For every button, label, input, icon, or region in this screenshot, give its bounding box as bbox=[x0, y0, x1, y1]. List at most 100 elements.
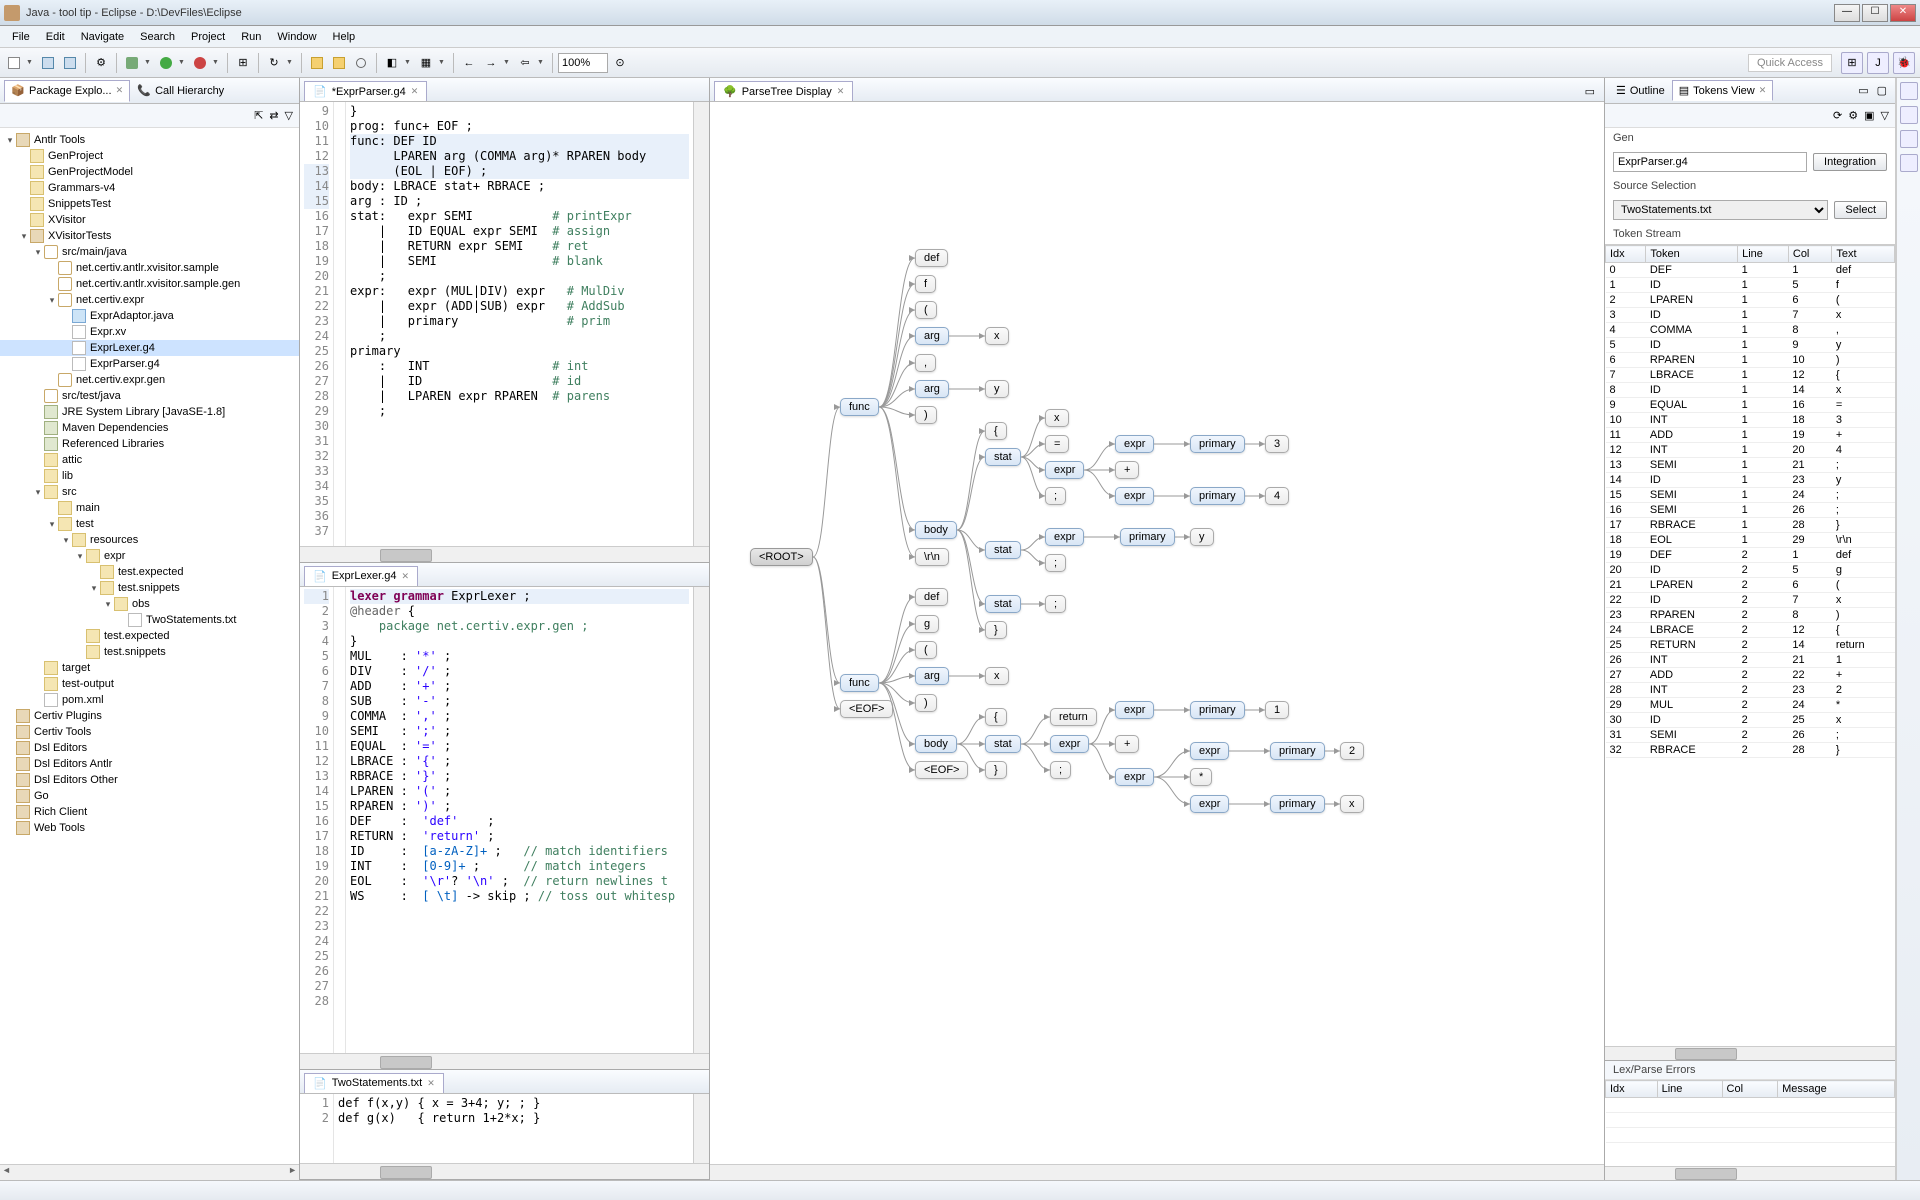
trim-button[interactable] bbox=[1900, 154, 1918, 172]
open-perspective-button[interactable]: ⊞ bbox=[1841, 52, 1863, 74]
parse-node[interactable]: } bbox=[985, 761, 1007, 779]
table-row[interactable]: 9EQUAL116= bbox=[1606, 398, 1895, 413]
parse-node[interactable]: arg bbox=[915, 327, 949, 345]
parse-node[interactable]: expr bbox=[1045, 461, 1084, 479]
nav-back-button[interactable]: ← bbox=[459, 53, 479, 73]
horizontal-scrollbar[interactable] bbox=[300, 1053, 709, 1069]
parse-node[interactable]: stat bbox=[985, 735, 1021, 753]
menu-edit[interactable]: Edit bbox=[38, 29, 73, 45]
code-area[interactable]: def f(x,y) { x = 3+4; y; ; }def g(x) { r… bbox=[334, 1094, 693, 1163]
twisty-icon[interactable]: ▾ bbox=[32, 247, 44, 258]
table-row[interactable]: 25RETURN214return bbox=[1606, 638, 1895, 653]
tree-node[interactable]: Dsl Editors bbox=[0, 740, 299, 756]
close-icon[interactable]: ✕ bbox=[837, 86, 845, 97]
tree-node[interactable]: Certiv Plugins bbox=[0, 708, 299, 724]
parse-node[interactable]: 3 bbox=[1265, 435, 1289, 453]
table-row[interactable]: 29MUL224* bbox=[1606, 698, 1895, 713]
parse-node[interactable]: expr bbox=[1115, 701, 1154, 719]
tree-node[interactable]: ▾src/main/java bbox=[0, 244, 299, 260]
quick-access-box[interactable]: Quick Access bbox=[1748, 54, 1832, 72]
tree-node[interactable]: attic bbox=[0, 452, 299, 468]
tree-node[interactable]: main bbox=[0, 500, 299, 516]
parse-node[interactable]: \r\n bbox=[915, 548, 949, 566]
zoom-combo[interactable] bbox=[558, 53, 608, 73]
twisty-icon[interactable]: ▾ bbox=[46, 295, 58, 306]
table-row[interactable]: 13SEMI121; bbox=[1606, 458, 1895, 473]
tree-node[interactable]: net.certiv.expr.gen bbox=[0, 372, 299, 388]
col-header[interactable]: Idx bbox=[1606, 246, 1646, 263]
table-row[interactable]: 17RBRACE128} bbox=[1606, 518, 1895, 533]
parse-node[interactable]: def bbox=[915, 588, 948, 606]
table-row[interactable]: 7LBRACE112{ bbox=[1606, 368, 1895, 383]
new-pkg-button[interactable]: ⊞ bbox=[233, 53, 253, 73]
token-table[interactable]: IdxTokenLineColText 0DEF11def1ID15f2LPAR… bbox=[1605, 245, 1895, 758]
tree-node[interactable]: pom.xml bbox=[0, 692, 299, 708]
horizontal-scrollbar[interactable] bbox=[1605, 1046, 1895, 1060]
twisty-icon[interactable]: ▾ bbox=[102, 599, 114, 610]
parse-node[interactable]: * bbox=[1190, 768, 1212, 786]
zoom-fit-button[interactable]: ⊙ bbox=[610, 53, 630, 73]
col-header[interactable]: Line bbox=[1657, 1081, 1722, 1098]
table-row[interactable]: 30ID225x bbox=[1606, 713, 1895, 728]
parse-node[interactable]: expr bbox=[1045, 528, 1084, 546]
horizontal-scrollbar[interactable] bbox=[1605, 1166, 1895, 1180]
tree-node[interactable]: target bbox=[0, 660, 299, 676]
parsetree-canvas[interactable]: <ROOT>func<EOF>funcdeff(arg,arg)body\r\n… bbox=[710, 102, 1604, 1164]
col-header[interactable]: Message bbox=[1778, 1081, 1895, 1098]
parse-node[interactable]: ; bbox=[1050, 761, 1071, 779]
close-icon[interactable]: ✕ bbox=[411, 86, 419, 97]
parse-node[interactable]: stat bbox=[985, 595, 1021, 613]
tree-node[interactable]: test.expected bbox=[0, 628, 299, 644]
search-button[interactable] bbox=[351, 53, 371, 73]
col-header[interactable]: Col bbox=[1722, 1081, 1778, 1098]
trim-button[interactable] bbox=[1900, 130, 1918, 148]
parse-node[interactable]: 4 bbox=[1265, 487, 1289, 505]
table-row[interactable]: 15SEMI124; bbox=[1606, 488, 1895, 503]
trim-button[interactable] bbox=[1900, 106, 1918, 124]
toggle-mark-button[interactable]: ◧ bbox=[382, 53, 402, 73]
parse-node[interactable]: f bbox=[915, 275, 936, 293]
parse-node[interactable]: primary bbox=[1190, 487, 1245, 505]
parse-node[interactable]: expr bbox=[1115, 487, 1154, 505]
table-row[interactable]: 32RBRACE228} bbox=[1606, 743, 1895, 758]
table-row[interactable]: 10INT1183 bbox=[1606, 413, 1895, 428]
tree-node[interactable]: ▾net.certiv.expr bbox=[0, 292, 299, 308]
table-row[interactable]: 16SEMI126; bbox=[1606, 503, 1895, 518]
table-row[interactable]: 27ADD222+ bbox=[1606, 668, 1895, 683]
tree-node[interactable]: ▾obs bbox=[0, 596, 299, 612]
col-header[interactable]: Token bbox=[1646, 246, 1738, 263]
link-editor-icon[interactable]: ⇄ bbox=[269, 109, 278, 122]
nav-fwd-button[interactable]: → bbox=[481, 53, 501, 73]
parse-node[interactable]: ) bbox=[915, 694, 937, 712]
tree-node[interactable]: src/test/java bbox=[0, 388, 299, 404]
parse-node[interactable]: stat bbox=[985, 541, 1021, 559]
tree-node[interactable]: Go bbox=[0, 788, 299, 804]
close-icon[interactable]: ✕ bbox=[427, 1078, 435, 1089]
parse-node[interactable]: arg bbox=[915, 667, 949, 685]
table-row[interactable]: 19DEF21def bbox=[1606, 548, 1895, 563]
tree-node[interactable]: Maven Dependencies bbox=[0, 420, 299, 436]
horizontal-scrollbar[interactable] bbox=[710, 1164, 1604, 1180]
parse-node[interactable]: stat bbox=[985, 448, 1021, 466]
tree-node[interactable]: test.snippets bbox=[0, 644, 299, 660]
parse-node[interactable]: { bbox=[985, 708, 1007, 726]
parse-node[interactable]: y bbox=[1190, 528, 1214, 546]
view-menu-icon[interactable]: ▽ bbox=[1881, 109, 1889, 122]
save-all-button[interactable] bbox=[60, 53, 80, 73]
parse-node[interactable]: body bbox=[915, 735, 957, 753]
parse-node[interactable]: func bbox=[840, 398, 879, 416]
tab-package-explorer[interactable]: 📦 Package Explo... ✕ bbox=[4, 80, 130, 102]
trim-button[interactable] bbox=[1900, 82, 1918, 100]
parse-node[interactable]: 2 bbox=[1340, 742, 1364, 760]
col-header[interactable]: Text bbox=[1832, 246, 1895, 263]
action-icon[interactable]: ⚙ bbox=[1848, 109, 1858, 122]
twisty-icon[interactable]: ▾ bbox=[60, 535, 72, 546]
parse-node[interactable]: ) bbox=[915, 406, 937, 424]
col-header[interactable]: Idx bbox=[1606, 1081, 1658, 1098]
open-task-button[interactable] bbox=[329, 53, 349, 73]
parse-node[interactable]: ; bbox=[1045, 595, 1066, 613]
save-button[interactable] bbox=[38, 53, 58, 73]
tree-node[interactable]: ▾test.snippets bbox=[0, 580, 299, 596]
tree-node[interactable]: ▾XVisitorTests bbox=[0, 228, 299, 244]
twisty-icon[interactable]: ▾ bbox=[88, 583, 100, 594]
